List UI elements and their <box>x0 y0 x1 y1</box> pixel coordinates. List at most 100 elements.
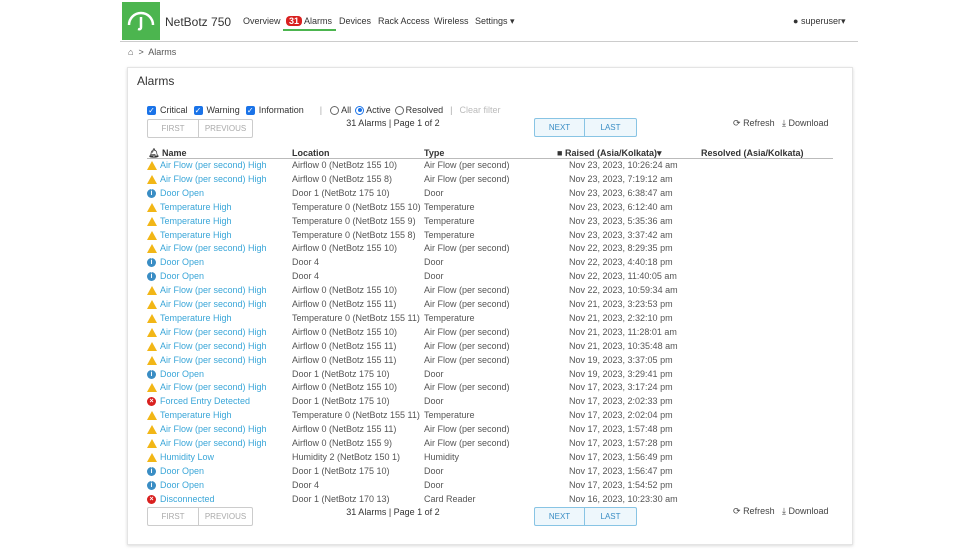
critical-checkbox[interactable]: ✓ <box>147 105 156 115</box>
alarm-name-link[interactable]: Air Flow (per second) High <box>160 424 267 434</box>
alarm-name-link[interactable]: Door Open <box>160 369 204 379</box>
nav-devices[interactable]: Devices <box>339 16 371 26</box>
alarm-name-link[interactable]: Air Flow (per second) High <box>160 438 267 448</box>
alarm-name-link[interactable]: Air Flow (per second) High <box>160 382 267 392</box>
alarm-name-link[interactable]: Temperature High <box>160 313 232 323</box>
clear-filter-link[interactable]: Clear filter <box>459 105 500 115</box>
alarm-name-link[interactable]: Door Open <box>160 257 204 267</box>
table-row[interactable]: Air Flow (per second) High Airflow 0 (Ne… <box>0 174 980 188</box>
alarm-type: Temperature <box>424 410 475 421</box>
download-icon: ⤓ <box>782 506 786 516</box>
alarm-name-link[interactable]: Humidity Low <box>160 452 214 462</box>
table-row[interactable]: Temperature High Temperature 0 (NetBotz … <box>0 216 980 230</box>
alarm-raised-time: Nov 22, 2023, 11:40:05 am <box>569 271 677 282</box>
pagination-prev-group-bottom: FIRST PREVIOUS <box>147 507 253 526</box>
resolved-radio[interactable] <box>394 105 404 115</box>
table-row[interactable]: Air Flow (per second) High Airflow 0 (Ne… <box>0 299 980 313</box>
alarm-type: Temperature <box>424 312 475 323</box>
table-row[interactable]: Air Flow (per second) High Airflow 0 (Ne… <box>0 438 980 452</box>
warning-icon <box>147 286 157 296</box>
alarm-name-link[interactable]: Disconnected <box>160 494 215 504</box>
table-row[interactable]: × Forced Entry Detected Door 1 (NetBotz … <box>0 396 980 410</box>
caret-down-icon: ▾ <box>510 16 515 26</box>
next-button-bottom[interactable]: NEXT <box>535 508 586 525</box>
table-row[interactable]: Air Flow (per second) High Airflow 0 (Ne… <box>0 285 980 299</box>
download-label: Download <box>788 118 829 128</box>
table-row[interactable]: Air Flow (per second) High Airflow 0 (Ne… <box>0 160 980 174</box>
warning-checkbox[interactable]: ✓ <box>193 105 203 115</box>
username: superuser <box>800 16 841 26</box>
nav-rack-access[interactable]: Rack Access <box>378 16 430 26</box>
download-button-bottom[interactable]: ⤓ Download <box>782 506 829 517</box>
table-row[interactable]: Temperature High Temperature 0 (NetBotz … <box>0 230 980 244</box>
info-icon: i <box>147 466 156 476</box>
alarm-type: Air Flow (per second) <box>424 438 510 448</box>
last-button-bottom[interactable]: LAST <box>585 508 636 525</box>
refresh-button-bottom[interactable]: ⟳ Refresh <box>733 506 775 517</box>
alarm-name-link[interactable]: Air Flow (per second) High <box>160 327 267 337</box>
column-header-type[interactable]: Type <box>424 148 444 158</box>
alarm-name-link[interactable]: Temperature High <box>160 202 232 212</box>
table-row[interactable]: Air Flow (per second) High Airflow 0 (Ne… <box>0 382 980 396</box>
nav-alarms[interactable]: 31 Alarms <box>286 16 332 26</box>
previous-button-bottom[interactable]: PREVIOUS <box>199 508 252 525</box>
table-row[interactable]: i Door Open Door 4 Door Nov 22, 2023, 11… <box>0 271 980 285</box>
table-row[interactable]: Temperature High Temperature 0 (NetBotz … <box>0 410 980 424</box>
alarm-name-link[interactable]: Air Flow (per second) High <box>160 174 267 184</box>
table-row[interactable]: i Door Open Door 4 Door Nov 17, 2023, 1:… <box>0 480 980 494</box>
nav-overview[interactable]: Overview <box>243 16 281 26</box>
refresh-button[interactable]: ⟳ Refresh <box>733 118 775 129</box>
next-button[interactable]: NEXT <box>535 119 586 136</box>
user-menu[interactable]: ● superuser▾ <box>793 16 846 27</box>
netbotz-logo[interactable] <box>122 2 160 40</box>
name-header-label: Name <box>161 148 187 158</box>
alarm-location: Temperature 0 (NetBotz 155 11) <box>292 410 420 421</box>
alarm-location: Door 1 (NetBotz 175 10) <box>292 465 390 476</box>
download-button[interactable]: ⤓ Download <box>782 118 829 129</box>
nav-settings[interactable]: Settings ▾ <box>475 16 515 27</box>
alarm-name-link[interactable]: Air Flow (per second) High <box>160 299 267 309</box>
alarm-name-link[interactable]: Door Open <box>160 188 204 198</box>
table-row[interactable]: × Disconnected Door 1 (NetBotz 170 13) C… <box>0 494 980 508</box>
alarm-name-link[interactable]: Door Open <box>160 480 204 490</box>
alarm-name-link[interactable]: Air Flow (per second) High <box>160 243 267 253</box>
alarm-name-link[interactable]: Air Flow (per second) High <box>160 355 267 365</box>
nav-wireless[interactable]: Wireless <box>434 16 469 26</box>
alarm-name-link[interactable]: Air Flow (per second) High <box>160 160 267 170</box>
table-row[interactable]: i Door Open Door 1 (NetBotz 175 10) Door… <box>0 188 980 202</box>
alarm-name-link[interactable]: Forced Entry Detected <box>160 396 250 406</box>
table-row[interactable]: Air Flow (per second) High Airflow 0 (Ne… <box>0 341 980 355</box>
table-row[interactable]: Air Flow (per second) High Airflow 0 (Ne… <box>0 327 980 341</box>
column-header-resolved[interactable]: Resolved (Asia/Kolkata) <box>701 148 804 158</box>
table-row[interactable]: i Door Open Door 1 (NetBotz 175 10) Door… <box>0 369 980 383</box>
alarm-name-link[interactable]: Door Open <box>160 466 204 476</box>
table-row[interactable]: Humidity Low Humidity 2 (NetBotz 150 1) … <box>0 452 980 466</box>
first-button[interactable]: FIRST <box>148 120 200 137</box>
alarm-name-link[interactable]: Air Flow (per second) High <box>160 341 267 351</box>
alarm-name-link[interactable]: Air Flow (per second) High <box>160 285 267 295</box>
caret-down-icon: ▾ <box>840 16 846 26</box>
column-header-location[interactable]: Location <box>292 148 330 158</box>
table-row[interactable]: Air Flow (per second) High Airflow 0 (Ne… <box>0 243 980 257</box>
refresh-icon: ⟳ <box>733 506 741 516</box>
information-checkbox[interactable]: ✓ <box>245 105 255 115</box>
table-row[interactable]: Temperature High Temperature 0 (NetBotz … <box>0 202 980 216</box>
all-radio[interactable] <box>330 105 340 115</box>
table-row[interactable]: Temperature High Temperature 0 (NetBotz … <box>0 313 980 327</box>
alarm-location: Airflow 0 (NetBotz 155 10) <box>292 326 398 337</box>
alarm-name-link[interactable]: Temperature High <box>160 230 232 240</box>
table-row[interactable]: i Door Open Door 1 (NetBotz 175 10) Door… <box>0 466 980 480</box>
alarm-name-link[interactable]: Temperature High <box>160 410 232 420</box>
previous-button[interactable]: PREVIOUS <box>199 120 252 137</box>
active-nav-indicator <box>283 29 336 31</box>
alarm-raised-time: Nov 17, 2023, 1:56:49 pm <box>569 451 673 462</box>
home-icon[interactable]: ⌂ <box>128 47 133 57</box>
table-row[interactable]: Air Flow (per second) High Airflow 0 (Ne… <box>0 424 980 438</box>
last-button[interactable]: LAST <box>585 119 636 136</box>
first-button-bottom[interactable]: FIRST <box>148 508 200 525</box>
alarm-name-link[interactable]: Door Open <box>160 271 204 281</box>
active-radio[interactable] <box>355 105 365 115</box>
alarm-name-link[interactable]: Temperature High <box>160 216 232 226</box>
table-row[interactable]: Air Flow (per second) High Airflow 0 (Ne… <box>0 355 980 369</box>
table-row[interactable]: i Door Open Door 4 Door Nov 22, 2023, 4:… <box>0 257 980 271</box>
